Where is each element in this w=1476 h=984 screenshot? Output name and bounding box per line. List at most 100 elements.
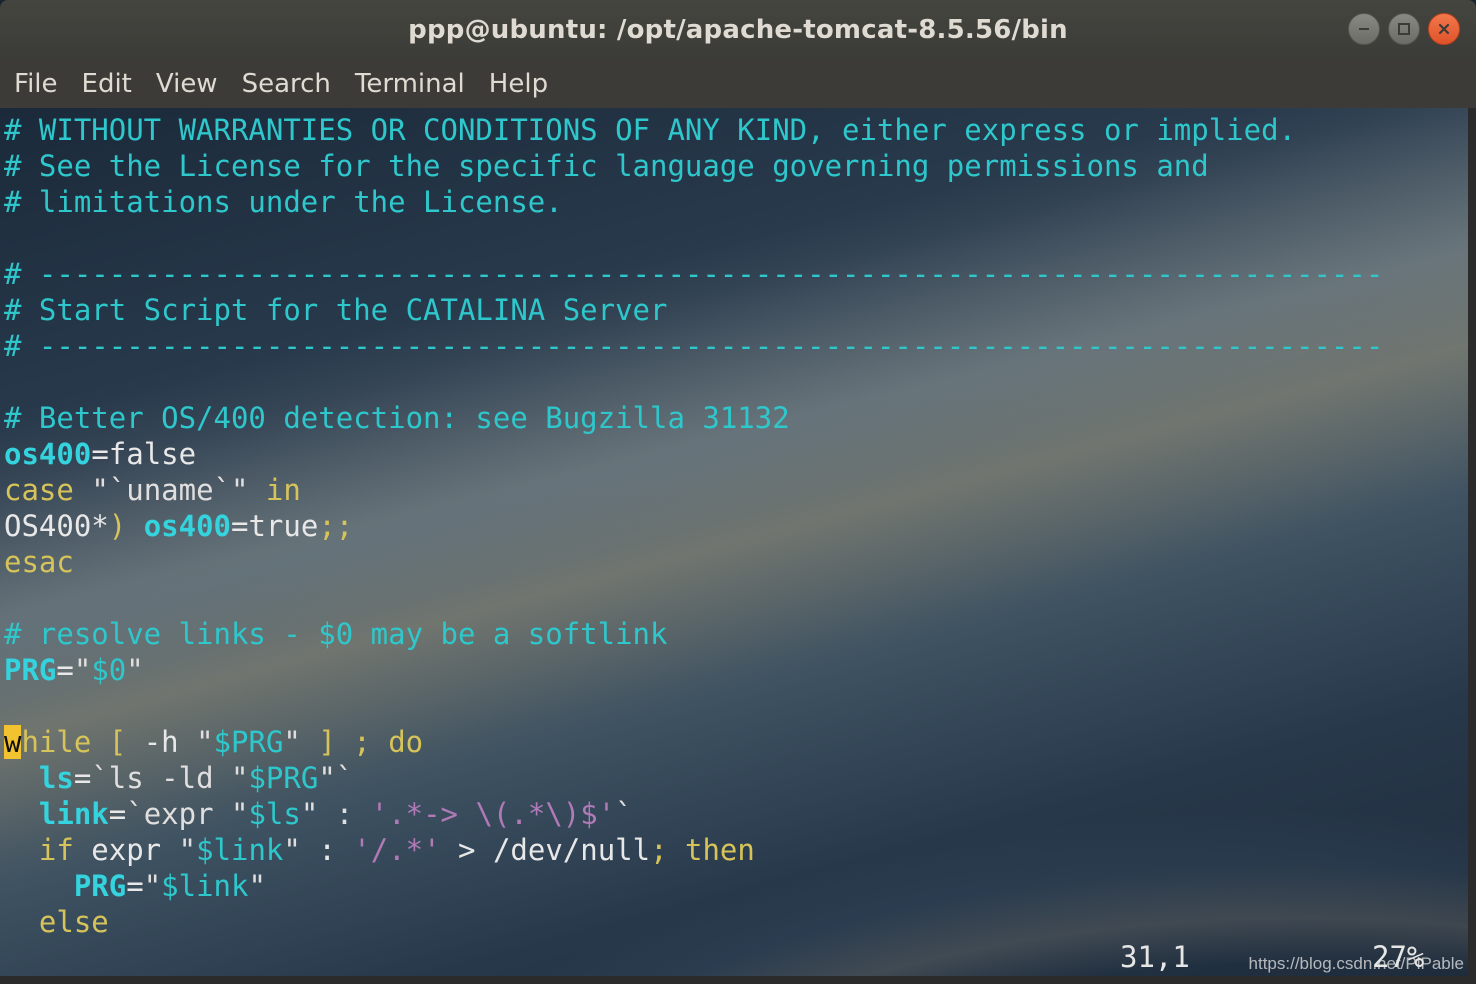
- code-token: $PRG: [213, 725, 284, 759]
- code-token: `: [335, 761, 354, 795]
- vim-buffer[interactable]: # WITHOUT WARRANTIES OR CONDITIONS OF AN…: [4, 112, 1383, 940]
- code-token: ;: [353, 725, 371, 759]
- code-line: # See the License for the specific langu…: [4, 148, 1383, 184]
- code-token: > /dev/null: [440, 833, 651, 867]
- code-token: '/.*': [353, 833, 441, 867]
- code-token: :: [300, 833, 354, 867]
- maximize-button[interactable]: [1388, 13, 1420, 45]
- code-token: ": [318, 761, 336, 795]
- maximize-icon: [1398, 23, 1410, 35]
- menu-file[interactable]: File: [14, 69, 58, 99]
- code-line: PRG="$0": [4, 652, 1383, 688]
- code-token: [: [108, 725, 127, 759]
- code-token: ": [300, 797, 319, 831]
- menu-view[interactable]: View: [156, 69, 218, 99]
- code-token: then: [685, 833, 755, 867]
- code-line: # resolve links - $0 may be a softlink: [4, 616, 1383, 652]
- close-button[interactable]: [1428, 13, 1460, 45]
- code-token: PRG: [4, 653, 57, 687]
- code-token: ": [231, 761, 249, 795]
- code-token: else: [38, 905, 109, 939]
- code-token: do: [388, 725, 424, 759]
- code-line: ls=`ls -ld "$PRG"`: [4, 760, 1383, 796]
- code-line: if expr "$link" : '/.*' > /dev/null; the…: [4, 832, 1383, 868]
- cursor-position: 31,1: [1120, 940, 1190, 974]
- code-token: =: [73, 761, 92, 795]
- code-line: # limitations under the License.: [4, 184, 1383, 220]
- code-token: # --------------------------------------…: [4, 329, 1384, 363]
- code-token: ": [126, 653, 144, 687]
- code-token: os400: [143, 509, 232, 543]
- code-token: =true: [231, 509, 319, 543]
- code-token: ;;: [318, 509, 354, 543]
- code-token: `ls -ld: [91, 761, 231, 795]
- code-token: ": [231, 797, 249, 831]
- code-token: if: [38, 833, 74, 867]
- window-border: [0, 976, 1468, 984]
- code-token: # --------------------------------------…: [4, 257, 1384, 291]
- code-line: esac: [4, 544, 1383, 580]
- code-token: ": [283, 833, 301, 867]
- code-token: OS400*: [4, 509, 109, 543]
- window-controls: [1348, 13, 1460, 45]
- code-line: case "`uname`" in: [4, 472, 1383, 508]
- code-token: :: [318, 797, 371, 831]
- code-token: $0: [91, 653, 127, 687]
- code-token: # See the License for the specific langu…: [4, 149, 1209, 183]
- code-line: os400=false: [4, 436, 1383, 472]
- code-token: ": [143, 869, 162, 903]
- code-token: -h: [126, 725, 197, 759]
- code-token: # Better OS/400 detection: see Bugzilla …: [4, 401, 790, 435]
- code-token: # Start Script for the CATALINA Server: [4, 293, 668, 327]
- text-cursor: w: [4, 725, 22, 759]
- code-token: $PRG: [248, 761, 319, 795]
- menu-help[interactable]: Help: [489, 69, 548, 99]
- code-token: =false: [91, 437, 197, 471]
- code-line: # Better OS/400 detection: see Bugzilla …: [4, 400, 1383, 436]
- code-line: else: [4, 904, 1383, 940]
- code-token: # WITHOUT WARRANTIES OR CONDITIONS OF AN…: [4, 113, 1297, 147]
- watermark: https://blog.csdn.net/PiPable: [1248, 954, 1464, 973]
- code-token: =: [108, 797, 127, 831]
- menu-bar: File Edit View Search Terminal Help: [0, 60, 1476, 108]
- menu-search[interactable]: Search: [242, 69, 331, 99]
- code-token: `: [615, 797, 633, 831]
- code-token: ;: [650, 833, 668, 867]
- code-line: # Start Script for the CATALINA Server: [4, 292, 1383, 328]
- menu-edit[interactable]: Edit: [82, 69, 132, 99]
- menu-terminal[interactable]: Terminal: [355, 69, 465, 99]
- minimize-icon: [1359, 28, 1369, 30]
- code-line: link=`expr "$ls" : '.*-> \(.*\)$'`: [4, 796, 1383, 832]
- scrollbar[interactable]: [1468, 108, 1476, 984]
- minimize-button[interactable]: [1348, 13, 1380, 45]
- code-token: esac: [4, 545, 74, 579]
- title-bar[interactable]: ppp@ubuntu: /opt/apache-tomcat-8.5.56/bi…: [0, 0, 1476, 60]
- code-line: # --------------------------------------…: [4, 328, 1383, 364]
- code-token: PRG: [73, 869, 127, 903]
- code-token: $link: [196, 833, 284, 867]
- code-token: expr: [73, 833, 179, 867]
- code-token: ]: [318, 725, 336, 759]
- code-line: # WITHOUT WARRANTIES OR CONDITIONS OF AN…: [4, 112, 1383, 148]
- code-line: # --------------------------------------…: [4, 256, 1383, 292]
- code-token: ": [196, 725, 214, 759]
- code-token: =: [56, 653, 74, 687]
- code-line: while [ -h "$PRG" ] ; do: [4, 724, 1383, 760]
- code-token: ": [248, 869, 266, 903]
